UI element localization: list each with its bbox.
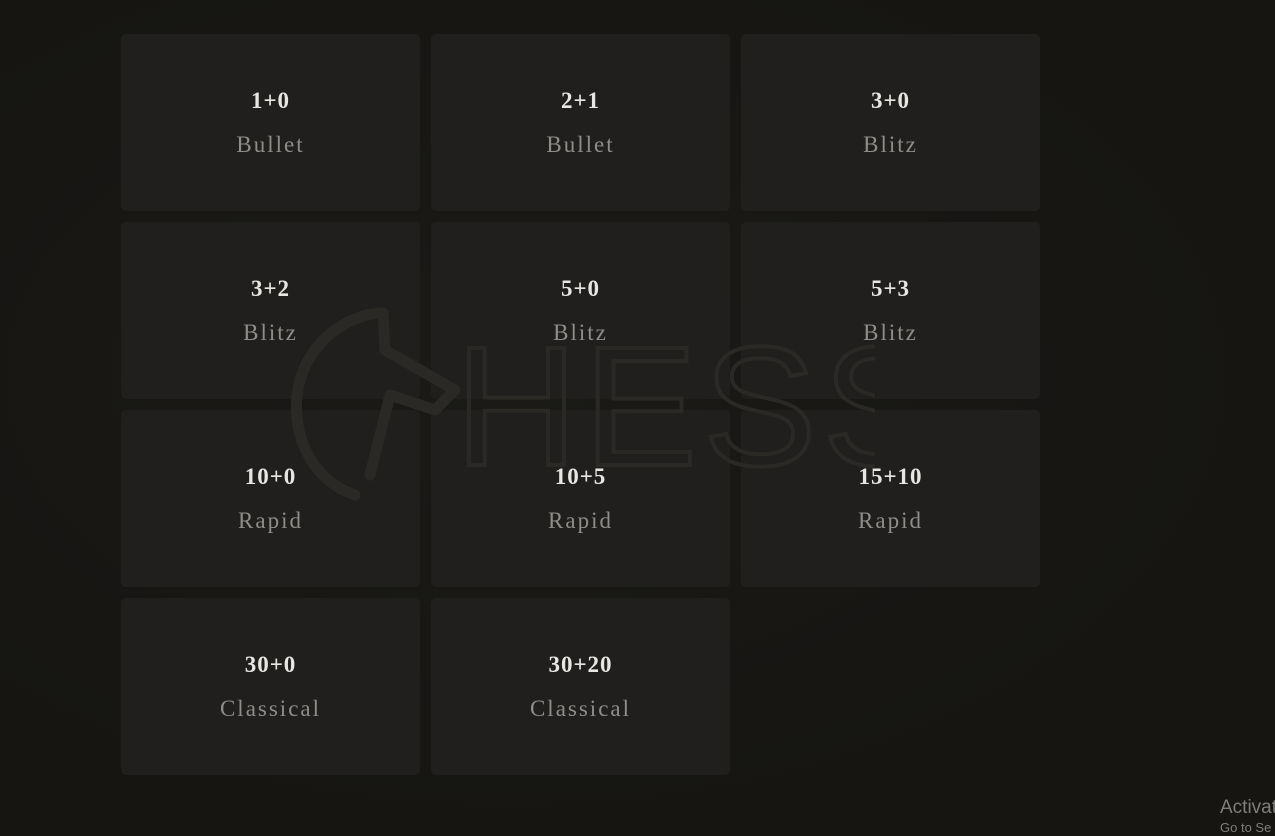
activation-title: Activat (1220, 797, 1275, 818)
pool-perf: Blitz (863, 132, 918, 157)
pool-tile-7[interactable]: 10+0 Rapid (121, 410, 420, 587)
pool-tile-9[interactable]: 15+10 Rapid (741, 410, 1040, 587)
pool-perf: Blitz (553, 320, 608, 345)
pool-tile-11[interactable]: 30+20 Classical (431, 598, 730, 775)
pool-clock: 3+2 (250, 276, 291, 301)
pool-clock: 3+0 (870, 88, 911, 113)
pool-clock: 15+10 (858, 464, 923, 489)
pool-perf: Blitz (863, 320, 918, 345)
pool-clock: 30+20 (548, 652, 613, 677)
pool-perf: Rapid (548, 508, 613, 533)
windows-activation-notice: Activat Go to Se (1220, 797, 1275, 836)
pool-perf: Rapid (238, 508, 303, 533)
pool-clock: 1+0 (250, 88, 291, 113)
pool-tile-1[interactable]: 1+0 Bullet (121, 34, 420, 211)
pool-tile-10[interactable]: 30+0 Classical (121, 598, 420, 775)
pool-tile-4[interactable]: 3+2 Blitz (121, 222, 420, 399)
lobby-pools-view: 1+0 Bullet 2+1 Bullet 3+0 Blitz 3+2 Blit… (0, 0, 1275, 836)
pool-perf: Blitz (243, 320, 298, 345)
pool-perf: Rapid (858, 508, 923, 533)
pool-perf: Classical (219, 696, 322, 721)
pool-clock: 10+0 (244, 464, 297, 489)
pool-tile-5[interactable]: 5+0 Blitz (431, 222, 730, 399)
pool-tile-2[interactable]: 2+1 Bullet (431, 34, 730, 211)
quick-pairing-grid: 1+0 Bullet 2+1 Bullet 3+0 Blitz 3+2 Blit… (121, 34, 1040, 775)
pool-tile-3[interactable]: 3+0 Blitz (741, 34, 1040, 211)
pool-perf: Bullet (546, 132, 615, 157)
pool-clock: 30+0 (244, 652, 297, 677)
pool-clock: 2+1 (560, 88, 601, 113)
activation-subtitle: Go to Se (1220, 820, 1272, 835)
pool-clock: 10+5 (554, 464, 607, 489)
pool-clock: 5+0 (560, 276, 601, 301)
pool-tile-6[interactable]: 5+3 Blitz (741, 222, 1040, 399)
pool-clock: 5+3 (870, 276, 911, 301)
pool-tile-8[interactable]: 10+5 Rapid (431, 410, 730, 587)
pool-perf: Classical (529, 696, 632, 721)
pool-perf: Bullet (236, 132, 305, 157)
